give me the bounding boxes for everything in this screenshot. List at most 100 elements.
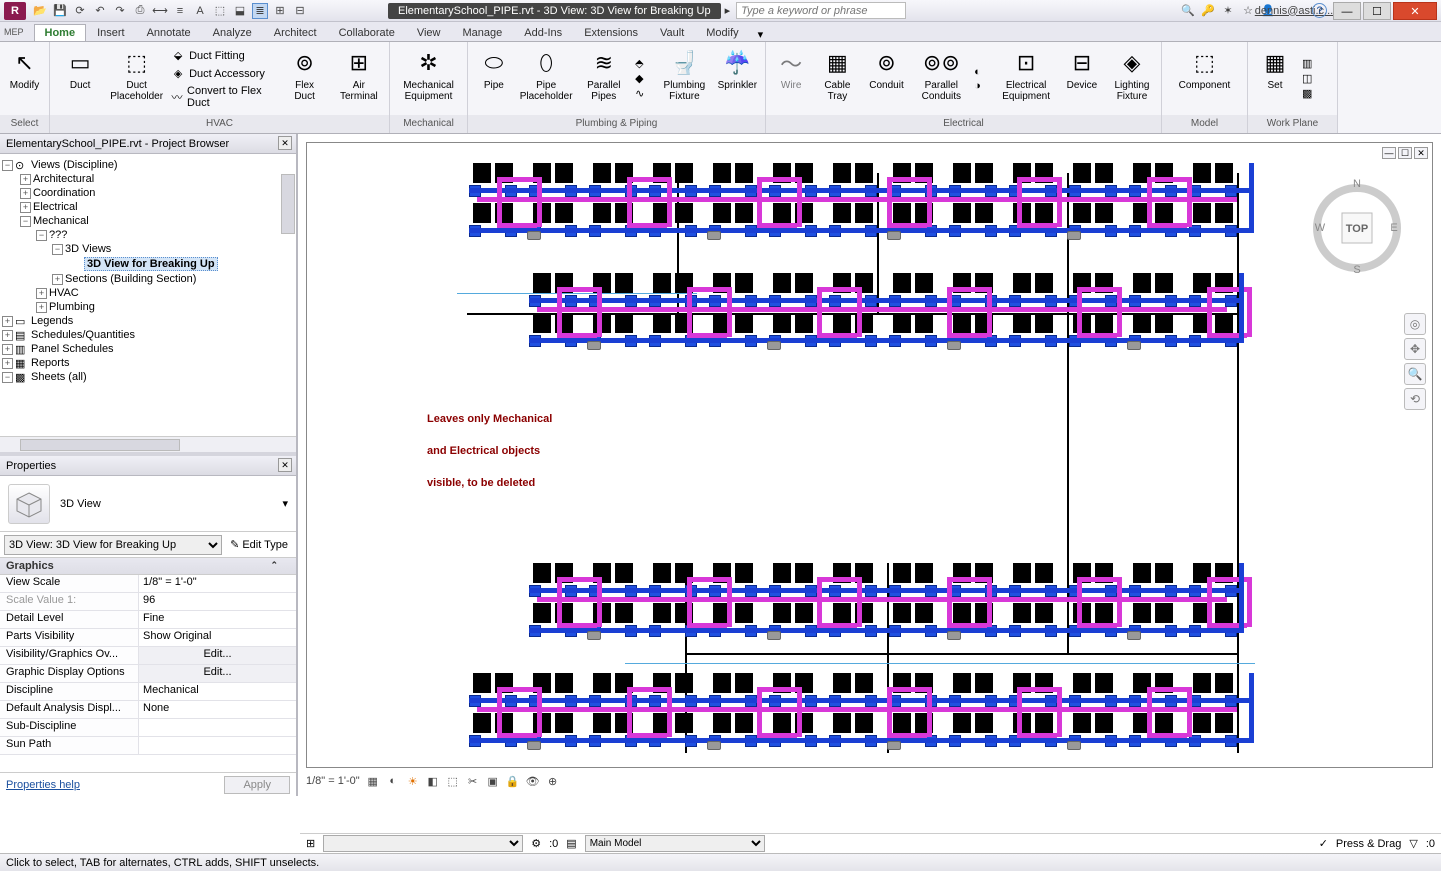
align-icon[interactable]: ≡ — [172, 3, 188, 19]
tree-toggle[interactable]: − — [52, 244, 63, 255]
electrical-equipment-button[interactable]: ⊡Electrical Equipment — [997, 46, 1054, 111]
properties-help-link[interactable]: Properties help — [6, 779, 80, 791]
tree-item[interactable]: Reports — [31, 357, 70, 369]
sprinkler-button[interactable]: ☔Sprinkler — [716, 46, 759, 111]
parallel-pipes-button[interactable]: ≋Parallel Pipes — [579, 46, 630, 111]
filter-icon[interactable]: ▽ — [1409, 837, 1417, 850]
duct-accessory-button[interactable]: ◈Duct Accessory — [169, 66, 274, 82]
editable-only-icon[interactable]: ⚙ — [531, 837, 541, 850]
orbit-icon[interactable]: ⟲ — [1404, 388, 1426, 410]
view-cube[interactable]: N W E S TOP — [1312, 173, 1402, 273]
duct-fitting-button[interactable]: ⬙Duct Fitting — [169, 48, 274, 64]
tab-expand-icon[interactable]: ▾ — [758, 28, 764, 41]
sync-icon[interactable]: ⟳ — [72, 3, 88, 19]
app-logo[interactable]: R — [4, 2, 26, 20]
binoculars-icon[interactable]: 🔍 — [1180, 3, 1196, 19]
tree-item[interactable]: Mechanical — [33, 215, 89, 227]
tree-item[interactable]: HVAC — [49, 287, 79, 299]
canvas-maximize-icon[interactable]: ☐ — [1398, 147, 1412, 159]
redo-icon[interactable]: ↷ — [112, 3, 128, 19]
maximize-button[interactable]: ☐ — [1363, 2, 1391, 20]
measure-icon[interactable]: ⟷ — [152, 3, 168, 19]
drawing-canvas[interactable]: — ☐ ✕ N W E S TOP ◎ ✥ 🔍 ⟲ — [306, 142, 1433, 768]
section-icon[interactable]: ⬓ — [232, 3, 248, 19]
key-icon[interactable]: 🔑 — [1200, 3, 1216, 19]
help-icon[interactable]: ? — [1312, 3, 1327, 18]
pipe-placeholder-button[interactable]: ⬯Pipe Placeholder — [520, 46, 573, 111]
tree-toggle[interactable]: + — [2, 358, 13, 369]
crop-icon[interactable]: ✂ — [466, 774, 480, 788]
tab-collaborate[interactable]: Collaborate — [328, 24, 406, 41]
tree-toggle[interactable]: + — [52, 274, 63, 285]
canvas-close-icon[interactable]: ✕ — [1414, 147, 1428, 159]
tree-item-selected[interactable]: 3D View for Breaking Up — [84, 257, 218, 271]
search-input[interactable] — [736, 2, 906, 19]
tree-item[interactable]: Sheets (all) — [31, 371, 87, 383]
open-icon[interactable]: 📂 — [32, 3, 48, 19]
workset-select[interactable] — [323, 835, 523, 852]
browser-close-icon[interactable]: ✕ — [278, 136, 292, 150]
tab-extensions[interactable]: Extensions — [573, 24, 649, 41]
modify-button[interactable]: ↖Modify — [6, 46, 43, 111]
rendering-icon[interactable]: ⬚ — [446, 774, 460, 788]
instance-selector[interactable]: 3D View: 3D View for Breaking Up — [4, 535, 222, 555]
lock-icon[interactable]: 🔒 — [506, 774, 520, 788]
conduit-fitting-icon[interactable]: ◑ — [974, 80, 991, 92]
user-label[interactable]: dennis@asti.c... — [1286, 3, 1302, 19]
title-next-icon[interactable]: ▸ — [725, 4, 731, 17]
prop-val[interactable]: None — [138, 701, 296, 718]
properties-close-icon[interactable]: ✕ — [278, 458, 292, 472]
tree-toggle[interactable]: − — [36, 230, 47, 241]
crop-region-icon[interactable]: ▣ — [486, 774, 500, 788]
tree-toggle[interactable]: + — [36, 302, 47, 313]
thinlines-icon[interactable]: ≣ — [252, 3, 268, 19]
prop-edit-button[interactable]: Edit... — [138, 647, 296, 664]
tree-toggle[interactable]: + — [20, 202, 31, 213]
prop-edit-button[interactable]: Edit... — [138, 665, 296, 682]
visual-style-icon[interactable]: ◐ — [386, 774, 400, 788]
duct-button[interactable]: ▭Duct — [56, 46, 104, 111]
property-group-graphics[interactable]: Graphics⌃ — [0, 558, 296, 575]
tab-vault[interactable]: Vault — [649, 24, 695, 41]
sun-path-icon[interactable]: ☀ — [406, 774, 420, 788]
convert-flex-button[interactable]: 〰Convert to Flex Duct — [169, 84, 274, 110]
temp-hide-icon[interactable]: 👁 — [526, 774, 540, 788]
plumbing-fixture-button[interactable]: 🚽Plumbing Fixture — [659, 46, 710, 111]
tree-item[interactable]: Panel Schedules — [31, 343, 114, 355]
prop-val[interactable]: 1/8" = 1'-0" — [138, 575, 296, 592]
edit-type-button[interactable]: ✎Edit Type — [226, 536, 292, 553]
tree-root[interactable]: Views (Discipline) — [31, 159, 118, 171]
detail-level-icon[interactable]: ▦ — [366, 774, 380, 788]
conduit-button[interactable]: ⊚Conduit — [864, 46, 908, 111]
tree-toggle[interactable]: + — [20, 174, 31, 185]
project-tree[interactable]: −⊙Views (Discipline) +Architectural +Coo… — [0, 154, 296, 436]
duct-placeholder-button[interactable]: ⬚Duct Placeholder — [110, 46, 163, 111]
tree-toggle[interactable]: + — [2, 344, 13, 355]
pipe-accessory-icon[interactable]: ◆ — [635, 72, 653, 85]
worksets-icon[interactable]: ⊞ — [306, 837, 315, 850]
text-icon[interactable]: A — [192, 3, 208, 19]
tree-toggle[interactable]: + — [2, 316, 13, 327]
tree-hscroll[interactable] — [0, 436, 296, 452]
tab-manage[interactable]: Manage — [452, 24, 514, 41]
cable-fitting-icon[interactable]: ◐ — [974, 66, 991, 78]
close-hidden-icon[interactable]: ⊞ — [272, 3, 288, 19]
tree-item[interactable]: Legends — [31, 315, 73, 327]
tab-annotate[interactable]: Annotate — [136, 24, 202, 41]
type-dropdown-icon[interactable]: ▾ — [282, 497, 288, 510]
flex-pipe-icon[interactable]: ∿ — [635, 87, 653, 100]
minimize-button[interactable]: — — [1333, 2, 1361, 20]
design-option-select[interactable]: Main Model — [585, 835, 765, 852]
wire-button[interactable]: 〜Wire — [772, 46, 810, 111]
tree-item[interactable]: 3D Views — [65, 243, 111, 255]
tab-insert[interactable]: Insert — [86, 24, 136, 41]
3d-icon[interactable]: ⬚ — [212, 3, 228, 19]
tree-item[interactable]: Coordination — [33, 187, 95, 199]
tree-toggle[interactable]: + — [2, 330, 13, 341]
save-icon[interactable]: 💾 — [52, 3, 68, 19]
tree-toggle[interactable]: − — [2, 372, 13, 383]
reveal-icon[interactable]: ⊕ — [546, 774, 560, 788]
tree-item[interactable]: Electrical — [33, 201, 78, 213]
zoom-icon[interactable]: 🔍 — [1404, 363, 1426, 385]
ref-plane-icon[interactable]: ◫ — [1302, 72, 1320, 85]
